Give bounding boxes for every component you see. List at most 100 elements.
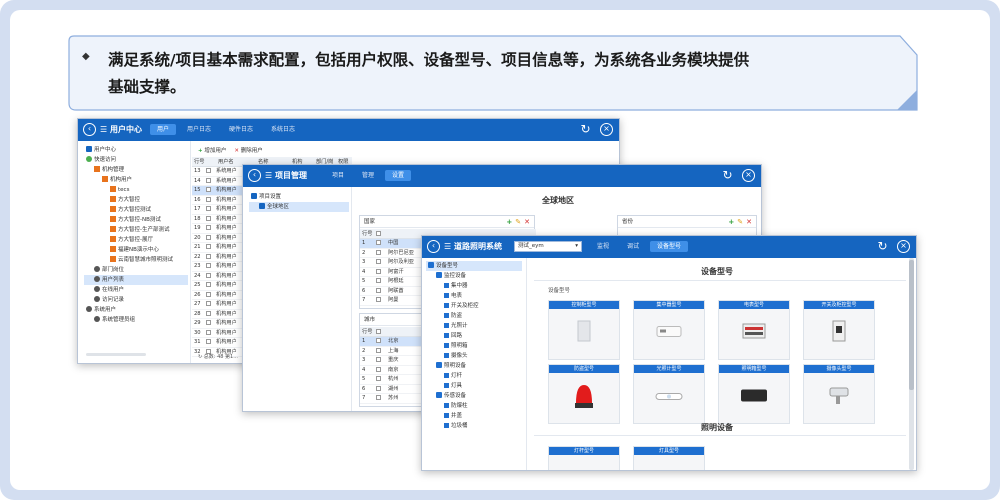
row-checkbox[interactable] bbox=[376, 287, 381, 293]
tab-item[interactable]: 硬件日志 bbox=[222, 124, 260, 135]
tree-item[interactable]: 防盗 bbox=[426, 311, 522, 321]
row-checkbox[interactable] bbox=[206, 225, 211, 230]
row-checkbox-cell[interactable] bbox=[206, 291, 216, 300]
row-checkbox-cell[interactable] bbox=[206, 281, 216, 290]
row-checkbox-cell[interactable] bbox=[376, 366, 388, 375]
row-checkbox-cell[interactable] bbox=[206, 253, 216, 262]
add-user-button[interactable]: + 增加用户 bbox=[198, 146, 226, 154]
row-checkbox[interactable] bbox=[206, 272, 211, 278]
row-checkbox[interactable] bbox=[206, 215, 211, 221]
row-checkbox[interactable] bbox=[376, 366, 381, 372]
row-checkbox[interactable] bbox=[206, 320, 211, 325]
row-checkbox-cell[interactable] bbox=[376, 337, 388, 346]
row-checkbox-cell[interactable] bbox=[376, 347, 388, 356]
row-checkbox-cell[interactable] bbox=[376, 385, 388, 394]
tree-item[interactable]: 摄像头 bbox=[426, 351, 522, 361]
tree-item[interactable]: tecs bbox=[84, 185, 188, 195]
header-checkbox[interactable] bbox=[376, 231, 381, 236]
tree-item[interactable]: 用户中心 bbox=[84, 145, 188, 155]
back-icon[interactable]: ‹ bbox=[248, 169, 261, 182]
row-checkbox[interactable] bbox=[206, 244, 211, 249]
tree-item[interactable]: 机构管理 bbox=[84, 165, 188, 175]
tree-item[interactable]: 部门岗位 bbox=[84, 265, 188, 275]
row-checkbox-cell[interactable] bbox=[206, 338, 216, 347]
device-card[interactable]: 摄像头型号 bbox=[803, 364, 875, 424]
row-checkbox[interactable] bbox=[206, 263, 211, 268]
row-checkbox-cell[interactable] bbox=[206, 262, 216, 271]
tree-item[interactable]: 项目设置 bbox=[249, 192, 349, 202]
column-header[interactable]: 行号 bbox=[192, 157, 206, 166]
tree-item[interactable]: 用户列表 bbox=[84, 275, 188, 285]
header-checkbox[interactable] bbox=[376, 329, 381, 334]
tree-item[interactable]: 机构用户 bbox=[84, 175, 188, 185]
row-checkbox-cell[interactable] bbox=[206, 167, 216, 176]
back-icon[interactable]: ‹ bbox=[83, 123, 96, 136]
row-checkbox-cell[interactable] bbox=[376, 375, 388, 384]
tree-item[interactable]: 在线用户 bbox=[84, 285, 188, 295]
add-icon[interactable]: + bbox=[506, 216, 512, 228]
tree-item[interactable]: 光照计 bbox=[426, 321, 522, 331]
row-checkbox[interactable] bbox=[376, 249, 381, 255]
device-card[interactable]: 防盗型号 bbox=[548, 364, 620, 424]
row-checkbox-cell[interactable] bbox=[206, 224, 216, 233]
close-icon[interactable]: × bbox=[600, 123, 613, 136]
tree-item[interactable]: 开关及柜控 bbox=[426, 301, 522, 311]
row-checkbox[interactable] bbox=[206, 206, 211, 211]
row-checkbox-cell[interactable] bbox=[376, 239, 388, 248]
row-checkbox-cell[interactable] bbox=[376, 296, 388, 305]
row-checkbox[interactable] bbox=[376, 347, 381, 353]
row-checkbox-cell[interactable] bbox=[206, 215, 216, 224]
tree-item[interactable]: 集中器 bbox=[426, 281, 522, 291]
row-checkbox-cell[interactable] bbox=[206, 243, 216, 252]
device-card[interactable]: 光照计型号 bbox=[633, 364, 705, 424]
delete-icon[interactable]: ✕ bbox=[524, 216, 530, 228]
row-checkbox[interactable] bbox=[206, 310, 211, 316]
tab-item[interactable]: 项目 bbox=[325, 170, 351, 181]
row-checkbox-cell[interactable] bbox=[206, 329, 216, 338]
refresh-icon[interactable]: ↻ bbox=[876, 240, 889, 253]
row-checkbox[interactable] bbox=[376, 385, 381, 391]
device-card[interactable]: 电表型号 bbox=[718, 300, 790, 360]
tree-item[interactable]: 井盖 bbox=[426, 411, 522, 421]
row-checkbox-cell[interactable] bbox=[206, 300, 216, 309]
column-header[interactable] bbox=[206, 157, 216, 166]
tree-item[interactable]: 防爆柱 bbox=[426, 401, 522, 411]
row-checkbox[interactable] bbox=[206, 177, 211, 183]
tab-item[interactable]: 设置 bbox=[385, 170, 412, 181]
row-checkbox[interactable] bbox=[376, 259, 381, 264]
row-checkbox[interactable] bbox=[376, 395, 381, 400]
row-checkbox-cell[interactable] bbox=[376, 277, 388, 286]
row-checkbox[interactable] bbox=[376, 376, 381, 381]
refresh-small-icon[interactable]: ↻ bbox=[198, 354, 202, 360]
close-icon[interactable]: × bbox=[897, 240, 910, 253]
tab-item[interactable]: 管理 bbox=[355, 170, 381, 181]
tree-item[interactable]: 全球地区 bbox=[249, 202, 349, 212]
tree-item[interactable]: 方大智控测试 bbox=[84, 205, 188, 215]
row-checkbox-cell[interactable] bbox=[376, 258, 388, 267]
project-select[interactable]: 测试_eym ▾ bbox=[514, 241, 582, 252]
row-checkbox[interactable] bbox=[376, 297, 381, 302]
tab-item[interactable]: 监视 bbox=[590, 241, 616, 252]
row-checkbox[interactable] bbox=[376, 268, 381, 274]
refresh-icon[interactable]: ↻ bbox=[579, 123, 592, 136]
row-checkbox[interactable] bbox=[376, 240, 381, 245]
tree-item[interactable]: 方大智控-展厅 bbox=[84, 235, 188, 245]
tree-item[interactable]: 方大智控 bbox=[84, 195, 188, 205]
scroll-thumb[interactable] bbox=[909, 260, 914, 390]
close-icon[interactable]: × bbox=[742, 169, 755, 182]
row-checkbox-cell[interactable] bbox=[206, 234, 216, 243]
tab-item[interactable]: 用户 bbox=[150, 124, 177, 135]
tree-item[interactable]: 系统管理员组 bbox=[84, 315, 188, 325]
row-checkbox-cell[interactable] bbox=[376, 249, 388, 258]
tree-item[interactable]: 监控设备 bbox=[426, 271, 522, 281]
row-checkbox[interactable] bbox=[206, 329, 211, 335]
edit-icon[interactable]: ✎ bbox=[737, 216, 743, 228]
add-icon[interactable]: + bbox=[728, 216, 734, 228]
row-checkbox[interactable] bbox=[206, 234, 211, 240]
row-checkbox[interactable] bbox=[206, 282, 211, 287]
back-icon[interactable]: ‹ bbox=[427, 240, 440, 253]
row-checkbox-cell[interactable] bbox=[206, 272, 216, 281]
row-checkbox[interactable] bbox=[206, 187, 211, 192]
edit-icon[interactable]: ✎ bbox=[515, 216, 521, 228]
row-checkbox-cell[interactable] bbox=[376, 394, 388, 403]
